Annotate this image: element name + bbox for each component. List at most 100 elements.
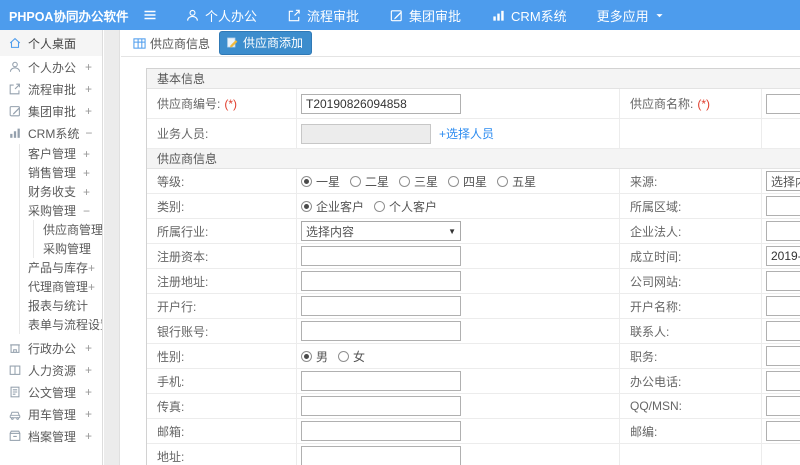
radio-icon	[338, 350, 350, 362]
sidebar-item-vehicle-mgmt[interactable]: 用车管理 +	[0, 403, 102, 425]
fax-input[interactable]	[301, 396, 461, 416]
sidebar-item-finance[interactable]: 财务收支 +	[20, 182, 102, 201]
mobile-input[interactable]	[301, 371, 461, 391]
industry-label: 所属行业:	[147, 219, 297, 244]
sidebar-item-crm-system[interactable]: CRM系统 −	[0, 122, 102, 144]
sidebar-item-sales-mgmt[interactable]: 销售管理 +	[20, 163, 102, 182]
bank-account-input[interactable]	[301, 321, 461, 341]
expand-icon: +	[82, 184, 90, 199]
established-label: 成立时间:	[620, 244, 762, 269]
level-label: 等级:	[147, 169, 297, 194]
tab-bar: 供应商信息 供应商添加	[121, 30, 800, 57]
level-option-2star[interactable]: 二星	[350, 173, 389, 190]
level-option-4star[interactable]: 四星	[448, 173, 487, 190]
source-select[interactable]: 选择内容 ▼	[766, 171, 800, 191]
qq-msn-input[interactable]	[766, 396, 800, 416]
sidebar-item-product-inventory[interactable]: 产品与库存 +	[20, 258, 102, 277]
contact-input[interactable]	[766, 321, 800, 341]
menu-toggle-button[interactable]	[142, 7, 158, 23]
position-input[interactable]	[766, 346, 800, 366]
sidebar-item-personal-office[interactable]: 个人办公 +	[0, 56, 102, 78]
email-input[interactable]	[301, 421, 461, 441]
category-option-company[interactable]: 企业客户	[301, 198, 364, 215]
category-option-personal[interactable]: 个人客户	[374, 198, 437, 215]
sidebar-item-purchase-mgmt[interactable]: 采购管理 −	[20, 201, 102, 220]
edit-icon	[390, 9, 402, 21]
zipcode-input[interactable]	[766, 421, 800, 441]
radio-checked-icon	[301, 175, 312, 187]
sidebar-item-customer-mgmt[interactable]: 客户管理 +	[20, 144, 102, 163]
sidebar-item-form-flow-settings[interactable]: 表单与流程设置 +	[20, 315, 102, 334]
nav-more-apps[interactable]: 更多应用	[582, 0, 680, 30]
qq-msn-label: QQ/MSN:	[620, 394, 762, 419]
nav-workflow-approval[interactable]: 流程审批	[272, 0, 374, 30]
website-input[interactable]	[766, 271, 800, 291]
top-header: PHPOA协同办公软件 个人办公 流程审批 集团审批 CRM系统 更多应用	[0, 0, 800, 30]
sidebar-item-personal-desktop[interactable]: 个人桌面	[0, 30, 102, 56]
radio-icon	[497, 175, 509, 187]
industry-select[interactable]: 选择内容 ▼	[301, 221, 461, 241]
expand-icon: +	[88, 260, 96, 275]
hamburger-icon	[144, 10, 156, 20]
region-label: 所属区域:	[620, 194, 762, 219]
email-label: 邮箱:	[147, 419, 297, 444]
chart-icon	[10, 128, 20, 138]
registered-capital-input[interactable]	[301, 246, 461, 266]
bank-account-label: 银行账号:	[147, 319, 297, 344]
office-icon	[10, 344, 20, 353]
sidebar-item-human-resources[interactable]: 人力资源 +	[0, 359, 102, 381]
address-label: 地址:	[147, 444, 297, 465]
legal-person-input[interactable]	[766, 221, 800, 241]
tab-supplier-info[interactable]: 供应商信息	[133, 35, 210, 52]
sidebar-item-group-approval[interactable]: 集团审批 +	[0, 100, 102, 122]
level-option-1star[interactable]: 一星	[301, 173, 340, 190]
sidebar-item-archive-mgmt[interactable]: 档案管理 +	[0, 425, 102, 447]
nav-personal-office[interactable]: 个人办公	[170, 0, 272, 30]
tab-supplier-add[interactable]: 供应商添加	[219, 31, 313, 55]
sidebar-item-reports-stats[interactable]: 报表与统计	[20, 296, 102, 315]
dropdown-caret-icon: ▼	[448, 226, 456, 236]
flow-icon	[9, 83, 20, 95]
sidebar-item-purchasing[interactable]: 采购管理	[34, 239, 102, 258]
sidebar-item-document-mgmt[interactable]: 公文管理 +	[0, 381, 102, 403]
supplier-code-label: 供应商编号: (*)	[147, 89, 297, 119]
gender-option-female[interactable]: 女	[338, 348, 365, 365]
level-option-5star[interactable]: 五星	[497, 173, 536, 190]
fax-label: 传真:	[147, 394, 297, 419]
expand-icon: +	[84, 104, 92, 118]
expand-icon: +	[82, 165, 90, 180]
supplier-code-input[interactable]	[301, 93, 461, 114]
supplier-name-input[interactable]	[766, 93, 800, 114]
sidebar-item-agent-mgmt[interactable]: 代理商管理 +	[20, 277, 102, 296]
registered-capital-label: 注册资本:	[147, 244, 297, 269]
choose-person-link[interactable]: +选择人员	[439, 125, 494, 142]
edit-icon	[9, 106, 20, 117]
nav-crm-system[interactable]: CRM系统	[476, 0, 582, 30]
flow-icon	[288, 9, 300, 21]
vehicle-icon	[9, 411, 21, 420]
hr-icon	[9, 365, 21, 375]
user-icon	[187, 9, 198, 21]
gender-option-male[interactable]: 男	[301, 348, 328, 365]
sidebar-item-admin-office[interactable]: 行政办公 +	[0, 337, 102, 359]
doc-icon	[10, 386, 20, 398]
region-input[interactable]	[766, 196, 800, 216]
sidebar-menu: 个人桌面 个人办公 + 流程审批 + 集团审批 + CRM系统 − 客户管理 +…	[0, 30, 103, 465]
radio-icon	[399, 175, 411, 187]
office-phone-input[interactable]	[766, 371, 800, 391]
nav-group-approval[interactable]: 集团审批	[374, 0, 476, 30]
gender-label: 性别:	[147, 344, 297, 369]
account-name-input[interactable]	[766, 296, 800, 316]
level-option-3star[interactable]: 三星	[399, 173, 438, 190]
expand-icon: +	[84, 60, 92, 74]
established-date-input[interactable]	[766, 246, 800, 266]
address-input[interactable]	[301, 446, 461, 465]
bank-input[interactable]	[301, 296, 461, 316]
sidebar-divider-strip	[104, 30, 120, 465]
crm-submenu: 客户管理 + 销售管理 + 财务收支 + 采购管理 − 供应商管理 采购管理 产…	[19, 144, 102, 334]
registered-address-input[interactable]	[301, 271, 461, 291]
sidebar-item-workflow-approval[interactable]: 流程审批 +	[0, 78, 102, 100]
sidebar-item-supplier-mgmt[interactable]: 供应商管理	[34, 220, 102, 239]
mobile-label: 手机:	[147, 369, 297, 394]
business-person-input[interactable]	[301, 123, 431, 144]
